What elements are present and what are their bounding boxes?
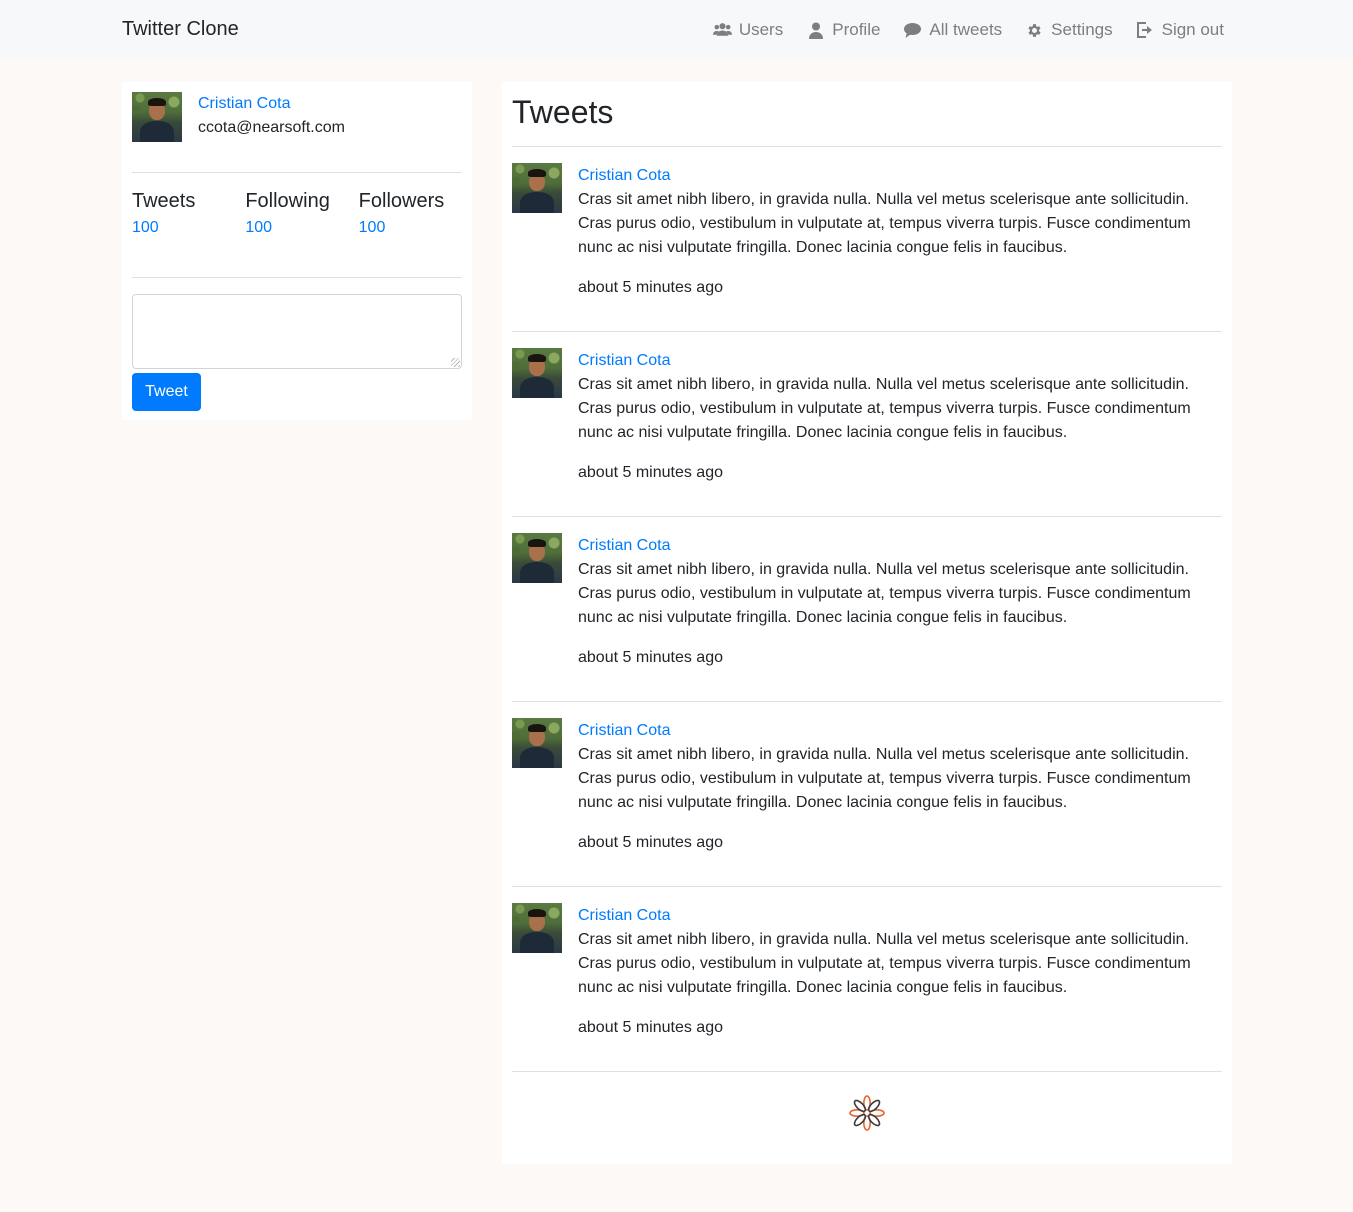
stat-following: Following 100 <box>245 186 358 240</box>
nav-item-users[interactable]: Users <box>712 17 784 43</box>
avatar[interactable] <box>512 718 562 768</box>
tweet-item: Cristian Cota Cras sit amet nibh libero,… <box>512 332 1222 517</box>
tweet-text: Cras sit amet nibh libero, in gravida nu… <box>578 191 1191 256</box>
tweets-feed: Tweets Cristian Cota Cras sit amet nibh … <box>502 82 1232 1164</box>
avatar[interactable] <box>512 903 562 953</box>
avatar[interactable] <box>512 533 562 583</box>
tweet-item: Cristian Cota Cras sit amet nibh libero,… <box>512 887 1222 1072</box>
tweet-text: Cras sit amet nibh libero, in gravida nu… <box>578 746 1191 811</box>
tweet-author-link[interactable]: Cristian Cota <box>578 719 670 743</box>
stat-value-link[interactable]: 100 <box>359 219 386 236</box>
nav-menu: Users Profile All tweets Settings Sign o… <box>690 14 1224 46</box>
divider <box>132 172 462 173</box>
tweet-timestamp: about 5 minutes ago <box>578 834 723 851</box>
gear-icon <box>1025 21 1044 40</box>
stat-value-link[interactable]: 100 <box>245 219 272 236</box>
profile-stats: Tweets 100 Following 100 Followers 100 <box>132 186 472 240</box>
avatar[interactable] <box>132 92 182 142</box>
loading-spinner-icon <box>848 1094 886 1132</box>
tweet-author-link[interactable]: Cristian Cota <box>578 164 670 188</box>
nav-label-sign-out: Sign out <box>1161 20 1224 40</box>
page-title: Tweets <box>512 94 614 130</box>
stat-label: Followers <box>358 190 445 212</box>
tweet-author-link[interactable]: Cristian Cota <box>578 349 670 373</box>
avatar[interactable] <box>512 163 562 213</box>
nav-item-sign-out[interactable]: Sign out <box>1136 17 1224 43</box>
nav-label-users: Users <box>738 20 784 40</box>
profile-name-link[interactable]: Cristian Cota <box>198 92 290 116</box>
tweet-compose-textarea[interactable] <box>132 294 462 369</box>
tweet-item: Cristian Cota Cras sit amet nibh libero,… <box>512 517 1222 702</box>
nav-item-all-tweets[interactable]: All tweets <box>903 17 1002 43</box>
nav-label-settings: Settings <box>1051 20 1113 40</box>
resize-grip-icon[interactable] <box>451 358 460 367</box>
profile-card: Cristian Cota ccota@nearsoft.com Tweets … <box>122 82 472 420</box>
tweet-timestamp: about 5 minutes ago <box>578 1019 723 1036</box>
tweet-author-link[interactable]: Cristian Cota <box>578 904 670 928</box>
tweet-text: Cras sit amet nibh libero, in gravida nu… <box>578 561 1191 626</box>
nav-item-settings[interactable]: Settings <box>1025 17 1113 43</box>
users-icon <box>712 21 732 40</box>
avatar[interactable] <box>512 348 562 398</box>
nav-label-all-tweets: All tweets <box>929 20 1003 40</box>
navbar: Twitter Clone Users Profile All tweets S… <box>0 0 1353 58</box>
stat-value-link[interactable]: 100 <box>132 219 159 236</box>
tweet-author-link[interactable]: Cristian Cota <box>578 534 670 558</box>
stat-label: Following <box>245 190 330 212</box>
comment-icon <box>903 21 922 40</box>
tweet-item: Cristian Cota Cras sit amet nibh libero,… <box>512 702 1222 887</box>
stat-followers: Followers 100 <box>359 186 472 240</box>
tweet-timestamp: about 5 minutes ago <box>578 279 723 296</box>
nav-item-profile[interactable]: Profile <box>806 17 880 43</box>
divider <box>132 277 462 278</box>
tweet-text: Cras sit amet nibh libero, in gravida nu… <box>578 931 1191 996</box>
brand-link[interactable]: Twitter Clone <box>122 14 239 44</box>
tweet-item: Cristian Cota Cras sit amet nibh libero,… <box>512 147 1222 332</box>
tweet-text: Cras sit amet nibh libero, in gravida nu… <box>578 376 1191 441</box>
profile-email: ccota@nearsoft.com <box>198 119 345 136</box>
tweet-timestamp: about 5 minutes ago <box>578 464 723 481</box>
tweet-button[interactable]: Tweet <box>132 373 201 411</box>
user-icon <box>806 21 825 40</box>
tweet-timestamp: about 5 minutes ago <box>578 649 723 666</box>
nav-label-profile: Profile <box>832 20 881 40</box>
stat-label: Tweets <box>132 190 196 212</box>
sign-out-icon <box>1136 21 1155 40</box>
divider <box>512 1071 1222 1072</box>
stat-tweets: Tweets 100 <box>132 186 245 240</box>
